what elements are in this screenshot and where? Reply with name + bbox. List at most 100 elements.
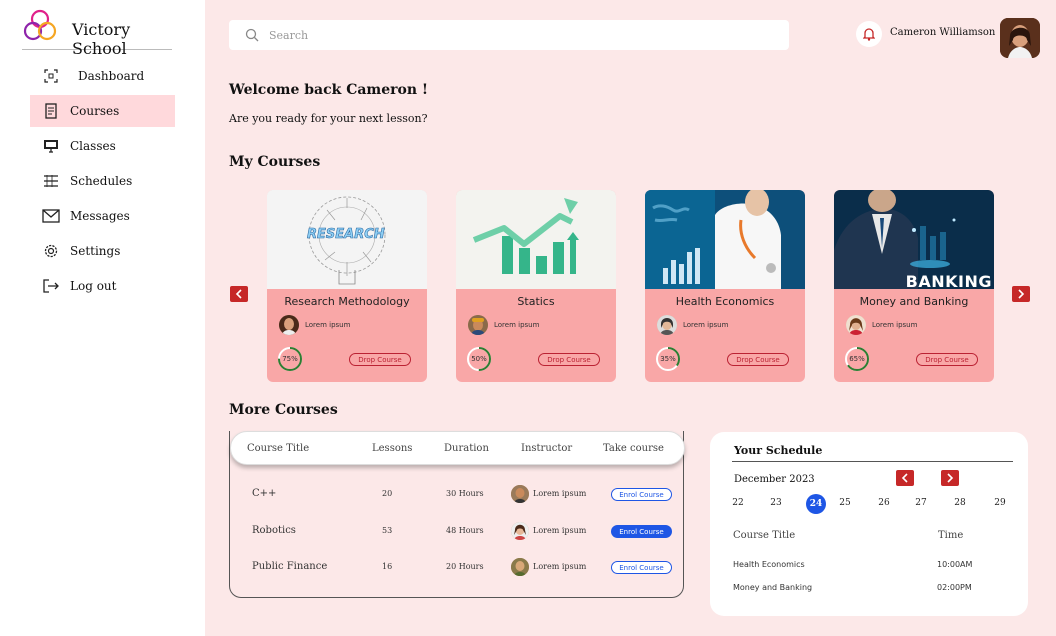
calendar-day[interactable]: 23 (766, 498, 786, 508)
sidebar-item-label: Settings (70, 244, 121, 258)
bell-icon (863, 28, 875, 41)
enrol-course-button[interactable]: Enrol Course (611, 488, 672, 501)
prev-week-button[interactable] (896, 470, 914, 486)
table-header: Course Title Lessons Duration Instructor… (230, 431, 685, 465)
search-input[interactable] (269, 28, 749, 42)
calendar-list-icon (42, 173, 60, 189)
course-title-cell: Robotics (252, 525, 296, 536)
search-icon (245, 28, 259, 42)
mail-icon (42, 208, 60, 224)
enrol-course-button[interactable]: Enrol Course (611, 525, 672, 538)
sidebar-item-dashboard[interactable]: Dashboard (30, 60, 175, 92)
column-header: Lessons (372, 443, 413, 454)
divider (732, 461, 1013, 462)
progress-ring: 75% (277, 346, 303, 372)
carousel-prev-button[interactable] (230, 286, 248, 302)
course-image: BANKING (834, 190, 994, 289)
author-name: Lorem ipsum (494, 321, 540, 329)
drop-course-button[interactable]: Drop Course (727, 353, 789, 366)
enrol-course-button[interactable]: Enrol Course (611, 561, 672, 574)
calendar-day[interactable]: 25 (835, 498, 855, 508)
chevron-right-icon (947, 473, 954, 483)
avatar (846, 315, 866, 335)
calendar-day[interactable]: 29 (990, 498, 1010, 508)
sidebar-item-label: Schedules (70, 174, 133, 188)
course-card[interactable]: Health Economics Lorem ipsum 35% Drop Co… (645, 190, 805, 382)
sidebar-item-schedules[interactable]: Schedules (30, 165, 175, 197)
card-image-text: RESEARCH (307, 227, 385, 243)
gear-icon (42, 243, 60, 259)
author-name: Lorem ipsum (872, 321, 918, 329)
sidebar-item-label: Dashboard (78, 69, 145, 83)
table-row[interactable]: Robotics 53 48 Hours Lorem ipsum Enrol C… (230, 522, 685, 542)
sidebar-item-courses[interactable]: Courses (30, 95, 175, 127)
avatar (511, 558, 529, 576)
column-header: Take course (603, 443, 664, 454)
sidebar-item-classes[interactable]: Classes (30, 130, 175, 162)
search-bar (229, 20, 789, 50)
sidebar-item-messages[interactable]: Messages (30, 200, 175, 232)
brand-name: Victory School (72, 20, 131, 58)
progress-label: 75% (282, 355, 298, 363)
more-courses-heading: More Courses (229, 402, 338, 418)
course-image (645, 190, 805, 289)
instructor-cell: Lorem ipsum (533, 562, 587, 571)
logo-icon (23, 9, 57, 41)
sidebar-item-settings[interactable]: Settings (30, 235, 175, 267)
table-row[interactable]: C++ 20 30 Hours Lorem ipsum Enrol Course (230, 485, 685, 505)
sidebar-nav: Dashboard Courses Classes Schedules Mess… (30, 60, 175, 305)
sidebar: Victory School Dashboard Courses Classes… (0, 0, 205, 636)
author-name: Lorem ipsum (305, 321, 351, 329)
sidebar-item-label: Log out (70, 279, 117, 293)
schedule-heading: Your Schedule (734, 444, 823, 457)
brand: Victory School (22, 8, 172, 58)
monitor-icon (42, 138, 60, 154)
instructor-cell: Lorem ipsum (533, 489, 587, 498)
next-week-button[interactable] (941, 470, 959, 486)
progress-ring: 50% (466, 346, 492, 372)
course-title: Money and Banking (859, 295, 969, 308)
progress-label: 65% (849, 355, 865, 363)
calendar-day[interactable]: 22 (728, 498, 748, 508)
calendar-day-selected[interactable]: 24 (806, 494, 826, 514)
progress-ring: 65% (844, 346, 870, 372)
sidebar-item-label: Messages (70, 209, 130, 223)
calendar-day[interactable]: 28 (950, 498, 970, 508)
course-title-cell: Public Finance (252, 561, 328, 572)
progress-label: 35% (660, 355, 676, 363)
dashboard-icon (42, 68, 60, 84)
schedule-time-header: Time (938, 530, 964, 541)
course-card[interactable]: RESEARCH Research Methodology Lorem ipsu… (267, 190, 427, 382)
lessons-cell: 16 (382, 562, 393, 571)
schedule-course-header: Course Title (733, 530, 796, 541)
avatar (657, 315, 677, 335)
duration-cell: 48 Hours (446, 526, 484, 535)
notification-button[interactable] (856, 21, 882, 47)
sidebar-item-logout[interactable]: Log out (30, 270, 175, 302)
avatar (279, 315, 299, 335)
course-card[interactable]: BANKING Money and Banking Lorem ipsum 65… (834, 190, 994, 382)
author-name: Lorem ipsum (683, 321, 729, 329)
chevron-left-icon (235, 289, 242, 299)
avatar (468, 315, 488, 335)
lessons-cell: 53 (382, 526, 393, 535)
instructor-cell: Lorem ipsum (533, 526, 587, 535)
card-image-text: BANKING (905, 272, 992, 289)
progress-ring: 35% (655, 346, 681, 372)
drop-course-button[interactable]: Drop Course (349, 353, 411, 366)
carousel-next-button[interactable] (1012, 286, 1030, 302)
avatar (511, 485, 529, 503)
table-row[interactable]: Public Finance 16 20 Hours Lorem ipsum E… (230, 558, 685, 578)
course-author: Lorem ipsum (279, 315, 350, 335)
calendar-day[interactable]: 26 (874, 498, 894, 508)
book-icon (42, 103, 60, 119)
avatar[interactable] (1000, 18, 1040, 58)
drop-course-button[interactable]: Drop Course (916, 353, 978, 366)
column-header: Instructor (521, 443, 573, 454)
drop-course-button[interactable]: Drop Course (538, 353, 600, 366)
column-header: Course Title (247, 443, 310, 454)
calendar-day[interactable]: 27 (911, 498, 931, 508)
my-courses-heading: My Courses (229, 154, 321, 170)
course-card[interactable]: Statics Lorem ipsum 50% Drop Course (456, 190, 616, 382)
sidebar-item-label: Classes (70, 139, 116, 153)
